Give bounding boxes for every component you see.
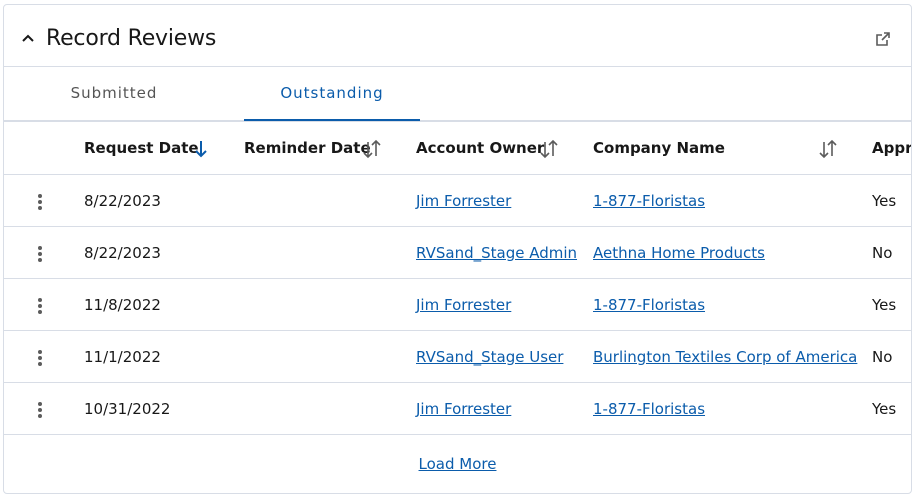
account-owner-link[interactable]: Jim Forrester (416, 175, 511, 227)
record-reviews-card: Record Reviews Submitted Outstanding Req… (3, 4, 912, 494)
request-date-cell: 8/22/2023 (84, 192, 161, 210)
tab-outstanding[interactable]: Outstanding (244, 67, 420, 122)
table-row: 11/1/2022 RVSand_Stage User Burlington T… (4, 331, 911, 383)
table-row: 10/31/2022 Jim Forrester 1-877-Floristas… (4, 383, 911, 435)
table-row: 8/22/2023 Jim Forrester 1-877-Floristas … (4, 175, 911, 227)
approved-cell: Yes (872, 192, 897, 210)
request-date-cell: 10/31/2022 (84, 400, 171, 418)
external-link-icon[interactable] (875, 31, 891, 47)
account-owner-link[interactable]: Jim Forrester (416, 279, 511, 331)
card-title: Record Reviews (46, 26, 217, 51)
account-owner-link[interactable]: RVSand_Stage Admin (416, 227, 577, 279)
request-date-cell: 11/8/2022 (84, 296, 161, 314)
company-name-link[interactable]: 1-877-Floristas (593, 383, 705, 435)
tab-submitted[interactable]: Submitted (24, 67, 204, 121)
approved-cell: No (872, 348, 893, 366)
company-name-link[interactable]: 1-877-Floristas (593, 175, 705, 227)
sort-icon[interactable] (361, 138, 383, 160)
account-owner-link[interactable]: RVSand_Stage User (416, 331, 563, 383)
request-date-cell: 11/1/2022 (84, 348, 161, 366)
company-name-link[interactable]: Aethna Home Products (593, 227, 765, 279)
load-more-link[interactable]: Load More (4, 455, 911, 473)
tab-outstanding-label: Outstanding (280, 84, 384, 102)
company-name-link[interactable]: Burlington Textiles Corp of America (593, 331, 857, 383)
approved-cell: Yes (872, 296, 897, 314)
tab-bar: Submitted Outstanding (4, 67, 911, 122)
chevron-up-icon[interactable] (20, 31, 36, 47)
table-header: Request Date Reminder Date Account Owner… (4, 121, 911, 175)
approved-cell: No (872, 244, 893, 262)
reviews-table: Request Date Reminder Date Account Owner… (4, 121, 911, 437)
column-header-approved[interactable]: Appro (872, 122, 911, 176)
row-actions-icon[interactable] (32, 348, 48, 368)
column-header-request-date[interactable]: Request Date (84, 122, 199, 176)
request-date-cell: 8/22/2023 (84, 244, 161, 262)
row-actions-icon[interactable] (32, 400, 48, 420)
sort-icon[interactable] (538, 138, 560, 160)
company-name-link[interactable]: 1-877-Floristas (593, 279, 705, 331)
row-actions-icon[interactable] (32, 244, 48, 264)
column-header-account-owner[interactable]: Account Owner (416, 122, 544, 176)
card-header: Record Reviews (4, 5, 911, 67)
card-footer: Load More (4, 437, 911, 493)
column-header-reminder-date[interactable]: Reminder Date (244, 122, 371, 176)
table-row: 8/22/2023 RVSand_Stage Admin Aethna Home… (4, 227, 911, 279)
sort-descending-icon[interactable] (190, 138, 212, 160)
row-actions-icon[interactable] (32, 296, 48, 316)
sort-icon[interactable] (817, 138, 839, 160)
row-actions-icon[interactable] (32, 192, 48, 212)
approved-cell: Yes (872, 400, 897, 418)
table-row: 11/8/2022 Jim Forrester 1-877-Floristas … (4, 279, 911, 331)
account-owner-link[interactable]: Jim Forrester (416, 383, 511, 435)
column-header-company-name[interactable]: Company Name (593, 122, 725, 176)
